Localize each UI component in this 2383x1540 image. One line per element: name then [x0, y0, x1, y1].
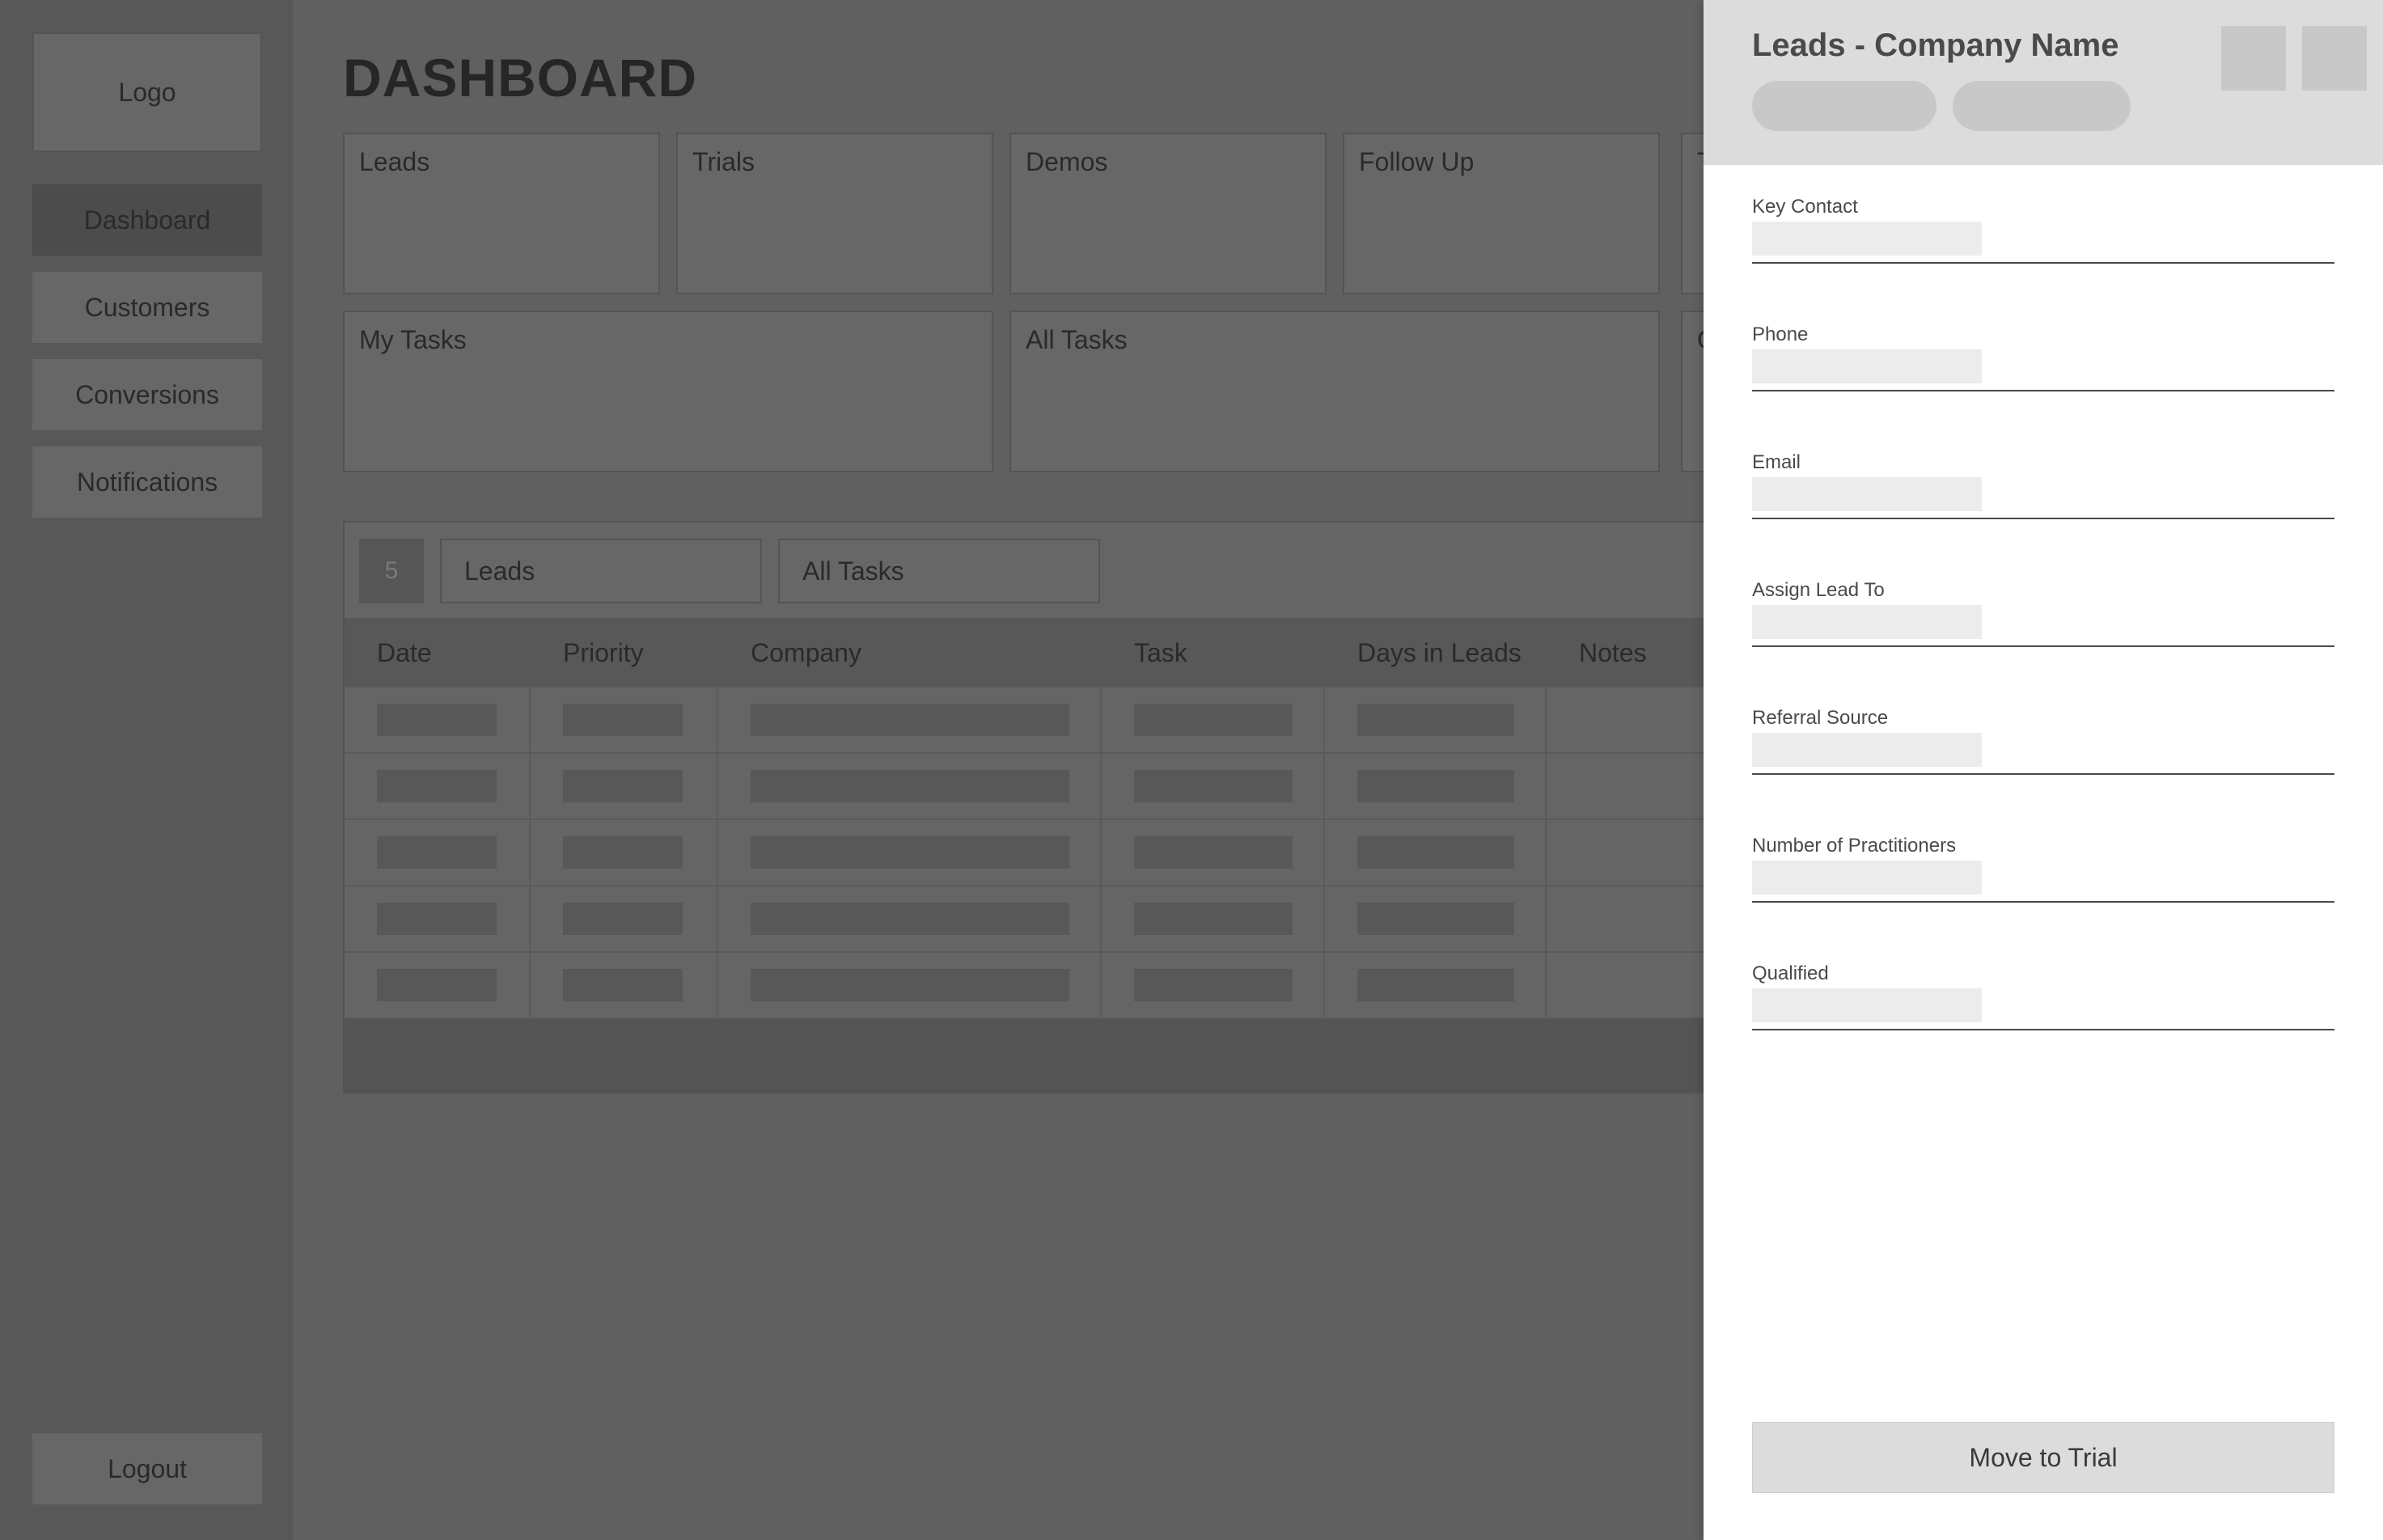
drawer-header: Leads - Company Name — [1704, 0, 2383, 165]
column-header-company[interactable]: Company — [751, 618, 861, 688]
table-cell-placeholder — [751, 969, 1069, 1001]
table-cell-placeholder — [751, 704, 1069, 736]
phone-input[interactable] — [1752, 349, 1982, 383]
table-cell-placeholder — [1357, 704, 1514, 736]
table-cell-placeholder — [563, 969, 683, 1001]
table-cell-placeholder — [1357, 770, 1514, 802]
column-header-date[interactable]: Date — [377, 618, 432, 688]
table-cell-placeholder — [1134, 836, 1293, 869]
table-cell-placeholder — [1134, 969, 1293, 1001]
table-cell-placeholder — [751, 836, 1069, 869]
table-cell-placeholder — [751, 770, 1069, 802]
table-cell-placeholder — [377, 770, 497, 802]
logout-button[interactable]: Logout — [32, 1433, 262, 1504]
stat-card-label: Demos — [1026, 147, 1108, 176]
table-cell-placeholder — [1357, 969, 1514, 1001]
field-referral-source: Referral Source — [1752, 707, 2334, 812]
field-underline — [1752, 390, 2334, 391]
field-phone: Phone — [1752, 324, 2334, 429]
column-header-notes[interactable]: Notes — [1579, 618, 1647, 688]
count-badge: 5 — [359, 539, 424, 603]
lead-detail-drawer: Leads - Company Name Key Contact Phone Ema… — [1704, 0, 2383, 1540]
drawer-title: Leads - Company Name — [1752, 28, 2119, 63]
key-contact-input[interactable] — [1752, 222, 1982, 256]
filter-all-tasks-button[interactable]: All Tasks — [778, 539, 1100, 603]
table-cell-placeholder — [1134, 704, 1293, 736]
field-label: Email — [1752, 451, 1801, 473]
task-card-all-tasks[interactable]: All Tasks — [1009, 311, 1660, 472]
sidebar-item-notifications[interactable]: Notifications — [32, 446, 262, 518]
sidebar-item-customers[interactable]: Customers — [32, 272, 262, 343]
referral-source-input[interactable] — [1752, 733, 1982, 767]
logo: Logo — [32, 32, 262, 152]
drawer-action-button[interactable] — [2221, 26, 2286, 91]
table-cell-placeholder — [377, 969, 497, 1001]
field-label: Referral Source — [1752, 707, 1889, 729]
stat-card-demos[interactable]: Demos — [1009, 133, 1327, 294]
field-label: Key Contact — [1752, 196, 1858, 218]
stat-card-label: Trials — [692, 147, 756, 176]
table-cell-placeholder — [377, 704, 497, 736]
field-assign-lead-to: Assign Lead To — [1752, 579, 2334, 684]
email-input[interactable] — [1752, 477, 1982, 511]
table-cell-placeholder — [563, 903, 683, 935]
sidebar-item-conversions[interactable]: Conversions — [32, 359, 262, 430]
stat-card-trials[interactable]: Trials — [676, 133, 993, 294]
table-cell-placeholder — [377, 836, 497, 869]
tag-pill[interactable] — [1752, 81, 1936, 131]
page-title: DASHBOARD — [343, 48, 697, 108]
field-label: Phone — [1752, 324, 1809, 345]
stat-card-leads[interactable]: Leads — [343, 133, 660, 294]
table-cell-placeholder — [563, 704, 683, 736]
qualified-input[interactable] — [1752, 988, 1982, 1022]
field-email: Email — [1752, 451, 2334, 556]
task-card-my-tasks[interactable]: My Tasks — [343, 311, 993, 472]
table-cell-placeholder — [1357, 836, 1514, 869]
stat-card-label: Leads — [359, 147, 430, 176]
sidebar-item-dashboard[interactable]: Dashboard — [32, 184, 262, 256]
move-to-trial-button[interactable]: Move to Trial — [1752, 1422, 2334, 1493]
table-cell-placeholder — [563, 836, 683, 869]
field-label: Qualified — [1752, 962, 1829, 984]
table-cell-placeholder — [563, 770, 683, 802]
column-header-priority[interactable]: Priority — [563, 618, 644, 688]
field-label: Assign Lead To — [1752, 579, 1885, 601]
field-number-of-practitioners: Number of Practitioners — [1752, 835, 2334, 940]
column-header-task[interactable]: Task — [1134, 618, 1187, 688]
task-card-label: My Tasks — [359, 325, 467, 354]
field-underline — [1752, 1029, 2334, 1030]
field-underline — [1752, 645, 2334, 647]
tag-pill[interactable] — [1953, 81, 2131, 131]
field-label: Number of Practitioners — [1752, 835, 1957, 857]
drawer-close-button[interactable] — [2302, 26, 2367, 91]
field-underline — [1752, 262, 2334, 264]
field-underline — [1752, 901, 2334, 903]
stat-card-follow-up[interactable]: Follow Up — [1343, 133, 1660, 294]
column-header-days-in-leads[interactable]: Days in Leads — [1357, 618, 1522, 688]
field-underline — [1752, 773, 2334, 775]
filter-leads-button[interactable]: Leads — [440, 539, 762, 603]
table-cell-placeholder — [1134, 903, 1293, 935]
table-cell-placeholder — [1134, 770, 1293, 802]
table-cell-placeholder — [751, 903, 1069, 935]
task-card-label: All Tasks — [1026, 325, 1128, 354]
field-qualified: Qualified — [1752, 962, 2334, 1068]
field-key-contact: Key Contact — [1752, 196, 2334, 301]
field-underline — [1752, 518, 2334, 519]
number-of-practitioners-input[interactable] — [1752, 861, 1982, 895]
sidebar: Logo Dashboard Customers Conversions Not… — [0, 0, 293, 1540]
assign-lead-to-input[interactable] — [1752, 605, 1982, 639]
stat-card-label: Follow Up — [1359, 147, 1475, 176]
table-cell-placeholder — [377, 903, 497, 935]
table-cell-placeholder — [1357, 903, 1514, 935]
